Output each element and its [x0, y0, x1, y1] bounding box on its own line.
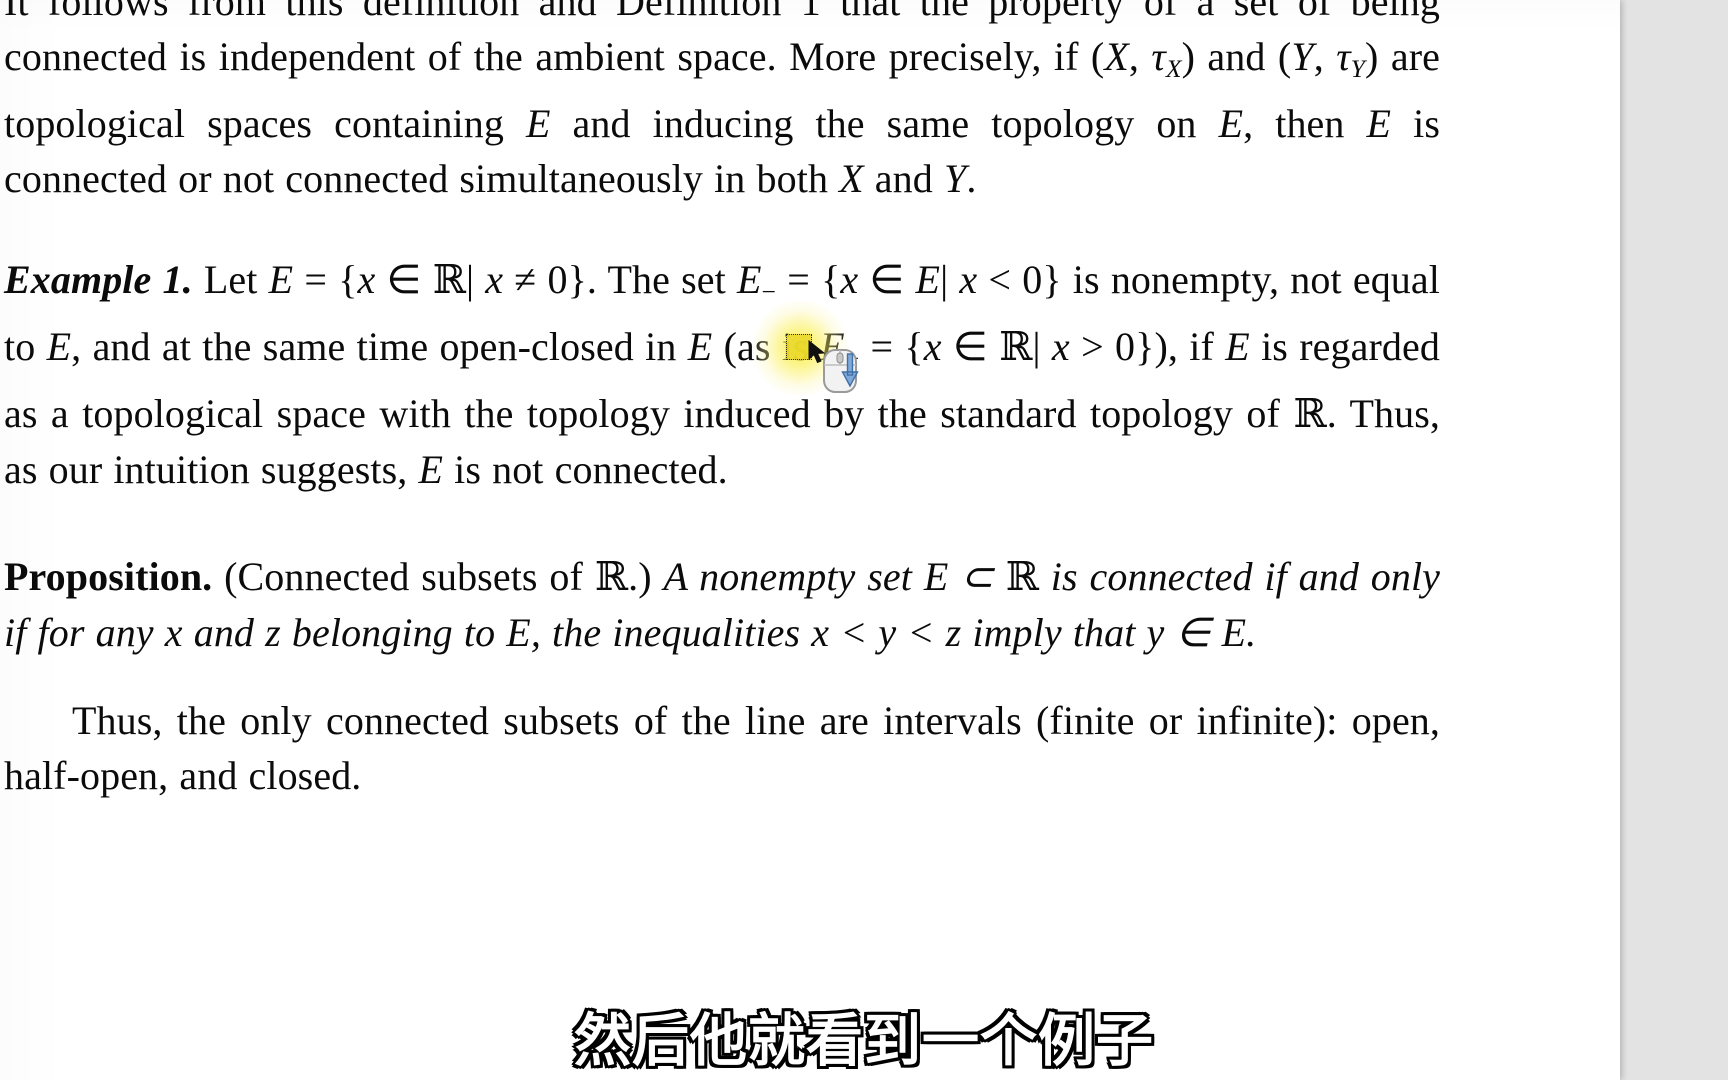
document-page-sheet[interactable]: It follows from this definition and Defi… [0, 0, 1620, 1080]
example-label: Example 1. [4, 257, 193, 303]
pdf-viewer-canvas[interactable]: It follows from this definition and Defi… [0, 0, 1728, 1080]
paragraph-spacer-2 [4, 497, 1440, 549]
paragraph-proposition: Proposition. (Connected subsets of ℝ.) A… [4, 554, 1441, 656]
paragraph-example-1: Example 1. Let E = {x ∈ ℝ| x ≠ 0}. The s… [4, 257, 1440, 493]
paragraph-spacer-1 [4, 206, 1440, 252]
paragraph-spacer-3 [4, 660, 1440, 693]
paragraph-closing: Thus, the only connected subsets of the … [4, 698, 1440, 799]
line-5-text: both X and Y. [756, 156, 977, 202]
line-1-text: It follows from this definition and Defi… [4, 0, 1279, 24]
proposition-statement: A nonempty set E ⊂ ℝ is connected if and… [4, 554, 1441, 656]
page-text-column: It follows from this definition and Defi… [4, 0, 1440, 803]
proposition-label: Proposition. [4, 554, 213, 600]
paragraph-ambient-space: It follows from this definition and Defi… [4, 0, 1440, 206]
